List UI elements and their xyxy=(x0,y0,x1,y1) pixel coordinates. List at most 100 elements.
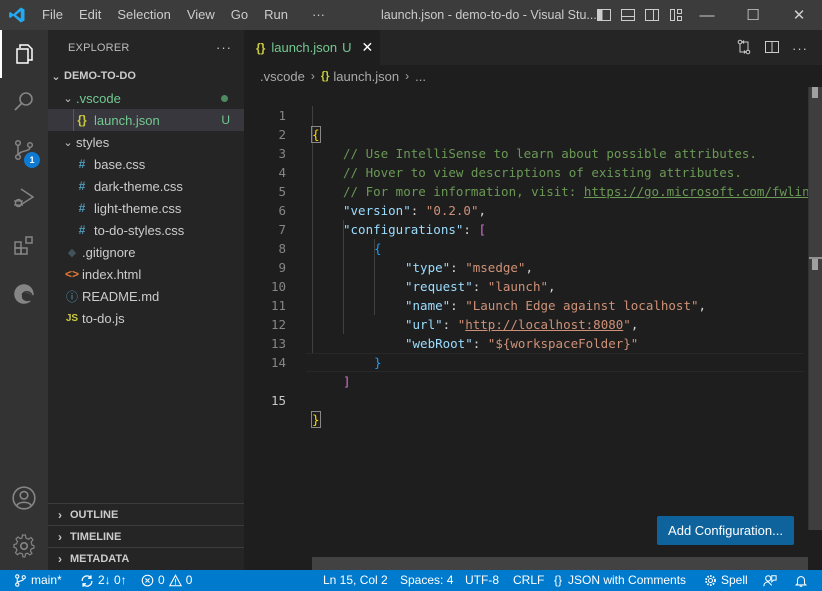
breadcrumb-file[interactable]: launch.json xyxy=(333,69,399,84)
tab-launch-json[interactable]: {} launch.json U ✕ xyxy=(244,30,380,65)
tree-item-to-do-styles-css[interactable]: # to-do-styles.css xyxy=(48,219,244,241)
search-icon[interactable] xyxy=(0,78,48,126)
menu-more[interactable]: ··· xyxy=(304,0,333,30)
code-line: 6 "configurations": [ xyxy=(278,203,487,237)
tree-item-styles-folder[interactable]: ⌄ styles xyxy=(48,131,244,153)
git-branch-icon xyxy=(15,574,26,587)
code-line: 10 "name": "Launch Edge against localhos… xyxy=(270,279,707,313)
feedback-icon[interactable] xyxy=(763,570,781,591)
maximize-button[interactable]: ☐ xyxy=(730,0,776,30)
tree-item-light-theme-css[interactable]: # light-theme.css xyxy=(48,197,244,219)
editor-more-actions-icon[interactable]: ··· xyxy=(792,41,808,56)
css-file-icon: # xyxy=(78,223,86,237)
toggle-primary-sidebar-icon[interactable] xyxy=(596,7,612,23)
git-file-icon: ◆ xyxy=(67,246,77,259)
code-line: 3 // Hover to view descriptions of exist… xyxy=(278,146,742,180)
minimize-button[interactable]: — xyxy=(684,0,730,30)
timeline-section[interactable]: › TIMELINE xyxy=(48,525,244,547)
code-line: 14 ] xyxy=(270,355,351,389)
menu-go[interactable]: Go xyxy=(223,0,256,30)
chevron-right-icon: › xyxy=(310,69,315,83)
cursor-position[interactable]: Ln 15, Col 2 xyxy=(323,570,388,591)
scrollbar-thumb[interactable] xyxy=(809,87,822,530)
tab-label: launch.json xyxy=(271,40,338,55)
code-line: 1 { xyxy=(278,108,321,143)
eol-status[interactable]: CRLF xyxy=(513,570,544,591)
timeline-label: TIMELINE xyxy=(70,530,122,543)
code-line: 5 "version": "0.2.0", xyxy=(278,184,487,218)
tree-item-index-html[interactable]: <> index.html xyxy=(48,263,244,285)
indentation-status[interactable]: Spaces: 4 xyxy=(400,570,453,591)
current-line-highlight xyxy=(306,353,804,372)
tab-close-icon[interactable]: ✕ xyxy=(362,39,374,56)
code-line: 12 "webRoot": "${workspaceFolder}" xyxy=(270,317,639,351)
toggle-panel-icon[interactable] xyxy=(620,7,636,23)
explorer-more-actions-button[interactable]: ··· xyxy=(216,40,232,55)
tree-item-label: .vscode xyxy=(76,90,121,106)
tree-item-to-do-js[interactable]: JS to-do.js xyxy=(48,307,244,329)
language-mode[interactable]: {} JSON with Comments xyxy=(554,570,686,591)
branch-status[interactable]: main* xyxy=(14,570,62,591)
explorer-header: EXPLORER ··· xyxy=(48,30,244,65)
menu-selection[interactable]: Selection xyxy=(109,0,178,30)
explorer-icon[interactable] xyxy=(0,30,48,78)
spell-status[interactable]: Spell xyxy=(704,570,748,591)
edge-devtools-icon[interactable] xyxy=(0,270,48,318)
breadcrumb-folder[interactable]: .vscode xyxy=(260,69,305,84)
folder-root[interactable]: ⌄ DEMO-TO-DO xyxy=(48,65,244,87)
horizontal-scrollbar[interactable] xyxy=(312,557,808,570)
sync-status[interactable]: 2↓ 0↑ xyxy=(80,570,127,591)
metadata-section[interactable]: › METADATA xyxy=(48,547,244,569)
code-editor[interactable]: 1 { 2 // Use IntelliSense to learn about… xyxy=(244,87,822,527)
split-editor-icon[interactable] xyxy=(764,39,780,58)
breadcrumb-symbol[interactable]: ... xyxy=(415,69,426,84)
tree-item-base-css[interactable]: # base.css xyxy=(48,153,244,175)
tree-item-vscode-folder[interactable]: ⌄ .vscode xyxy=(48,87,244,109)
code-line: 13 } xyxy=(270,336,382,370)
title-bar: File Edit Selection View Go Run ··· laun… xyxy=(0,0,822,30)
info-file-icon: ⓘ xyxy=(65,289,78,304)
customize-layout-icon[interactable] xyxy=(668,7,684,23)
tree-item-label: README.md xyxy=(82,288,160,304)
run-and-debug-icon[interactable] xyxy=(0,174,48,222)
menu-file[interactable]: File xyxy=(34,0,71,30)
open-changes-icon[interactable] xyxy=(736,39,752,58)
problems-status[interactable]: 0 0 xyxy=(141,570,192,591)
breadcrumb: .vscode › {} launch.json › ... xyxy=(244,65,822,87)
tree-item-label: to-do-styles.css xyxy=(94,222,185,238)
manage-gear-icon[interactable] xyxy=(0,522,48,570)
encoding-status[interactable]: UTF-8 xyxy=(465,570,499,591)
tree-item-label: to-do.js xyxy=(82,310,125,326)
menu-view[interactable]: View xyxy=(179,0,223,30)
json-file-icon: {} xyxy=(77,113,87,127)
json-file-icon: {} xyxy=(256,40,266,55)
chevron-right-icon: › xyxy=(58,529,62,544)
menu-bar: File Edit Selection View Go Run ··· xyxy=(34,0,333,30)
tree-item-gitignore[interactable]: ◆ .gitignore xyxy=(48,241,244,263)
tree-item-label: .gitignore xyxy=(82,244,136,260)
vscode-logo-icon xyxy=(0,0,34,30)
accounts-icon[interactable] xyxy=(0,474,48,522)
sync-icon xyxy=(81,574,93,587)
notifications-bell-icon[interactable] xyxy=(794,570,812,591)
tree-item-launch-json[interactable]: {} launch.json U xyxy=(48,109,244,131)
json-file-icon: {} xyxy=(320,70,330,82)
chevron-down-icon: ⌄ xyxy=(63,136,73,149)
source-control-icon[interactable]: 1 xyxy=(0,126,48,174)
close-window-button[interactable]: ✕ xyxy=(776,0,822,30)
extensions-icon[interactable] xyxy=(0,222,48,270)
tree-item-readme-md[interactable]: ⓘ README.md xyxy=(48,285,244,307)
chevron-right-icon: › xyxy=(58,551,62,566)
tree-item-label: launch.json xyxy=(94,112,160,128)
toggle-secondary-sidebar-icon[interactable] xyxy=(644,7,660,23)
tree-item-dark-theme-css[interactable]: # dark-theme.css xyxy=(48,175,244,197)
tree-item-label: base.css xyxy=(94,156,146,172)
menu-edit[interactable]: Edit xyxy=(71,0,109,30)
add-configuration-button[interactable]: Add Configuration... xyxy=(657,516,794,545)
css-file-icon: # xyxy=(78,157,86,171)
outline-section[interactable]: › OUTLINE xyxy=(48,503,244,525)
menu-run[interactable]: Run xyxy=(256,0,296,30)
vertical-scrollbar[interactable] xyxy=(808,87,822,530)
code-line: 11 "url": "http://localhost:8080", xyxy=(270,298,639,332)
code-line: 9 "request": "launch", xyxy=(278,260,556,294)
